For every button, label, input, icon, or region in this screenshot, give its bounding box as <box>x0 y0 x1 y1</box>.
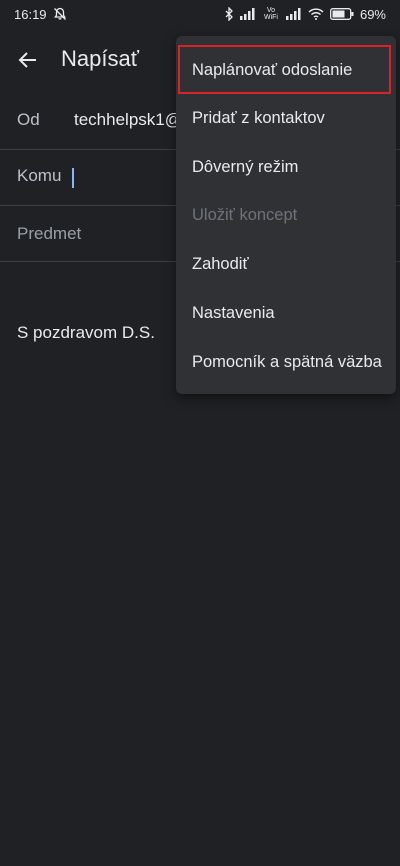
vowifi-icon: Vo WiFi <box>262 7 280 21</box>
wifi-icon <box>308 8 324 20</box>
body-text[interactable]: S pozdravom D.S. <box>17 323 155 343</box>
bluetooth-icon <box>224 7 234 21</box>
menu-item-settings[interactable]: Nastavenia <box>176 289 396 337</box>
signal-icon <box>239 8 256 20</box>
status-time: 16:19 <box>14 6 47 22</box>
menu-item-label: Zahodiť <box>192 254 249 273</box>
menu-item-help-feedback[interactable]: Pomocník a spätná väzba <box>176 338 396 386</box>
menu-item-schedule-send[interactable]: Naplánovať odoslanie <box>176 46 396 94</box>
menu-item-label: Nastavenia <box>192 303 275 322</box>
mute-bell-icon <box>53 7 67 21</box>
from-account[interactable]: techhelpsk1@ <box>74 110 182 130</box>
menu-item-save-draft: Uložiť koncept <box>176 191 396 239</box>
back-button[interactable] <box>14 46 42 74</box>
text-cursor <box>72 168 74 188</box>
signal-icon <box>285 8 302 20</box>
battery-icon <box>330 8 354 20</box>
menu-item-label: Uložiť koncept <box>192 205 298 224</box>
menu-item-discard[interactable]: Zahodiť <box>176 240 396 288</box>
vowifi-label: Vo WiFi <box>263 7 278 21</box>
battery-percent: 69% <box>359 6 386 22</box>
menu-item-label: Naplánovať odoslanie <box>192 60 353 79</box>
menu-item-add-from-contacts[interactable]: Pridať z kontaktov <box>176 94 396 142</box>
arrow-back-icon <box>17 49 39 71</box>
to-label: Komu <box>17 166 62 185</box>
menu-item-label: Pridať z kontaktov <box>192 108 325 127</box>
menu-item-label: Dôverný režim <box>192 157 299 176</box>
from-label: Od <box>17 110 40 129</box>
page-title: Napísať <box>61 46 139 71</box>
status-bar: 16:19 Vo WiFi 69% <box>0 0 400 28</box>
menu-item-confidential-mode[interactable]: Dôverný režim <box>176 143 396 191</box>
overflow-menu: Naplánovať odoslanie Pridať z kontaktov … <box>176 36 396 394</box>
menu-item-label: Pomocník a spätná väzba <box>192 352 382 371</box>
